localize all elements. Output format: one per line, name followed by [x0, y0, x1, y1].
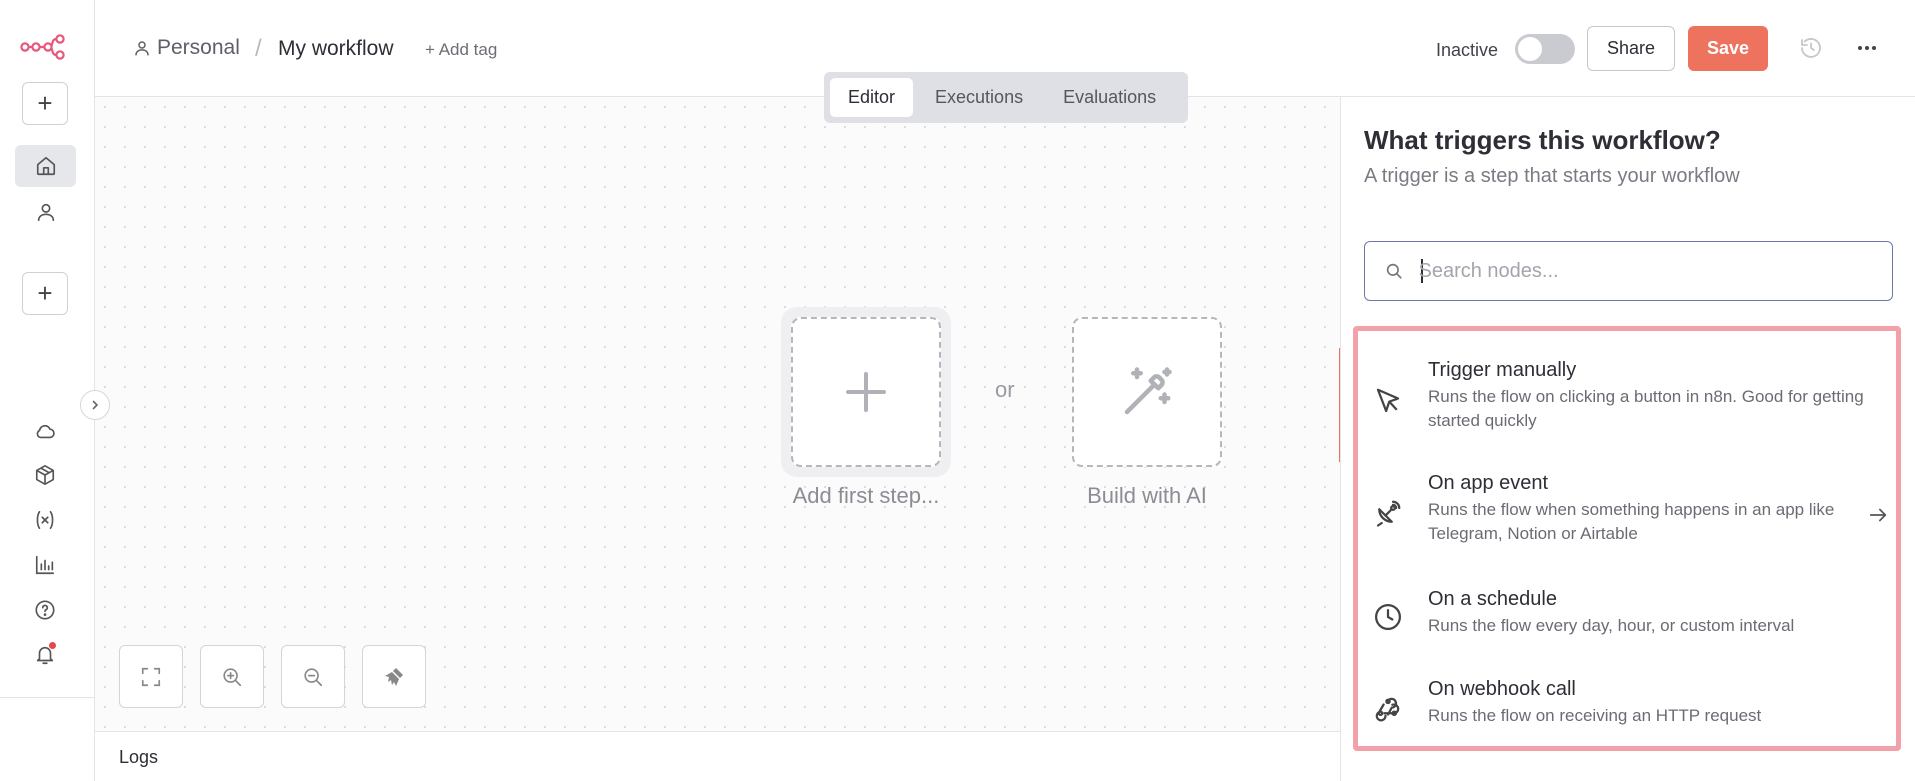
- history-icon[interactable]: [1799, 36, 1823, 60]
- trigger-description: Runs the flow when something happens in …: [1428, 500, 1835, 543]
- add-first-step-label: Add first step...: [792, 483, 940, 508]
- search-box[interactable]: [1364, 241, 1893, 301]
- add-first-step-button[interactable]: [791, 317, 941, 467]
- trigger-title: On webhook call: [1428, 678, 1576, 700]
- tab-editor[interactable]: Editor: [830, 78, 914, 117]
- tidy-up-button[interactable]: [362, 645, 426, 708]
- variables-icon: [36, 510, 54, 530]
- sidebar-item-cloud[interactable]: [25, 413, 65, 449]
- help-circle-icon: [35, 600, 55, 620]
- n8n-logo[interactable]: [20, 30, 66, 62]
- save-button[interactable]: Save: [1688, 26, 1768, 71]
- logs-panel[interactable]: Logs: [95, 731, 1340, 781]
- tab-evaluations[interactable]: Evaluations: [1045, 78, 1174, 117]
- sidebar-item-insights[interactable]: [25, 547, 65, 583]
- chevron-right-icon: [92, 400, 99, 410]
- broom-icon: [385, 667, 403, 686]
- trigger-item-webhook[interactable]: On webhook call Runs the flow on receivi…: [1357, 678, 1897, 778]
- breadcrumb-separator: /: [255, 35, 262, 62]
- project-name: Personal: [157, 36, 240, 59]
- add-tag-button[interactable]: + Add tag: [425, 40, 497, 60]
- sidebar-item-personal[interactable]: [15, 191, 76, 233]
- toggle-knob: [1518, 37, 1542, 61]
- logs-label: Logs: [119, 747, 159, 767]
- build-with-ai-label: Build with AI: [1087, 483, 1207, 508]
- notification-badge: [49, 642, 56, 649]
- trigger-description: Runs the flow on clicking a button in n8…: [1428, 387, 1864, 430]
- arrow-right-icon: [1869, 508, 1887, 522]
- sidebar-item-templates[interactable]: [25, 457, 65, 493]
- status-label: Inactive: [1436, 40, 1499, 60]
- magic-wand-icon: [1124, 367, 1172, 415]
- fit-view-button[interactable]: [119, 645, 183, 708]
- user-icon: [37, 203, 54, 222]
- view-tabs: Editor Executions Evaluations: [824, 72, 1188, 123]
- satellite-icon: [1376, 500, 1401, 527]
- cloud-icon: [36, 424, 55, 439]
- trigger-item-schedule[interactable]: On a schedule Runs the flow every day, h…: [1357, 588, 1897, 688]
- bar-chart-icon: [35, 555, 55, 575]
- trigger-title: Trigger manually: [1428, 359, 1577, 381]
- zoom-in-icon: [223, 667, 242, 686]
- search-nodes-input[interactable]: [1418, 259, 1892, 283]
- trigger-description: Runs the flow every day, hour, or custom…: [1428, 616, 1795, 635]
- workflow-canvas[interactable]: Add first step... or Build with AI: [95, 97, 1340, 731]
- trigger-item-manual[interactable]: Trigger manually Runs the flow on clicki…: [1357, 359, 1897, 459]
- user-icon: [135, 41, 149, 56]
- add-button[interactable]: +: [22, 82, 68, 125]
- zoom-out-button[interactable]: [281, 645, 345, 708]
- expand-sidebar-button[interactable]: [80, 390, 110, 420]
- workflow-name[interactable]: My workflow: [278, 37, 394, 61]
- fullscreen-icon: [141, 667, 161, 686]
- cursor-icon: [1376, 388, 1400, 413]
- sidebar-item-variables[interactable]: [25, 502, 65, 538]
- zoom-in-button[interactable]: [200, 645, 264, 708]
- panel-title: What triggers this workflow?: [1364, 125, 1721, 155]
- or-label: or: [995, 377, 1015, 402]
- sidebar: + +: [0, 0, 95, 781]
- search-icon: [1386, 263, 1402, 279]
- home-icon: [36, 156, 55, 176]
- share-button[interactable]: Share: [1587, 26, 1675, 71]
- plus-icon: +: [37, 88, 53, 118]
- sidebar-item-notifications[interactable]: [25, 637, 65, 673]
- sidebar-divider: [0, 697, 95, 698]
- panel-subtitle: A trigger is a step that starts your wor…: [1364, 165, 1740, 187]
- active-toggle[interactable]: [1515, 34, 1575, 64]
- create-project-button[interactable]: +: [22, 272, 68, 315]
- sidebar-item-help[interactable]: [25, 592, 65, 628]
- plus-icon: +: [37, 278, 53, 308]
- plus-icon: [846, 372, 886, 412]
- zoom-out-icon: [304, 667, 323, 686]
- clock-icon: [1375, 604, 1401, 630]
- build-with-ai-button[interactable]: [1072, 317, 1222, 467]
- trigger-item-app-event[interactable]: On app event Runs the flow when somethin…: [1357, 472, 1897, 572]
- node-creator-panel: What triggers this workflow? A trigger i…: [1340, 97, 1915, 781]
- sidebar-item-overview[interactable]: [15, 145, 76, 187]
- webhook-icon: [1375, 697, 1400, 722]
- tab-executions[interactable]: Executions: [917, 78, 1041, 117]
- trigger-description: Runs the flow on receiving an HTTP reque…: [1428, 706, 1762, 725]
- more-options-icon[interactable]: [1855, 36, 1879, 60]
- trigger-title: On app event: [1428, 472, 1549, 494]
- breadcrumb-project[interactable]: Personal: [133, 36, 240, 60]
- package-icon: [35, 465, 55, 485]
- trigger-title: On a schedule: [1428, 588, 1557, 610]
